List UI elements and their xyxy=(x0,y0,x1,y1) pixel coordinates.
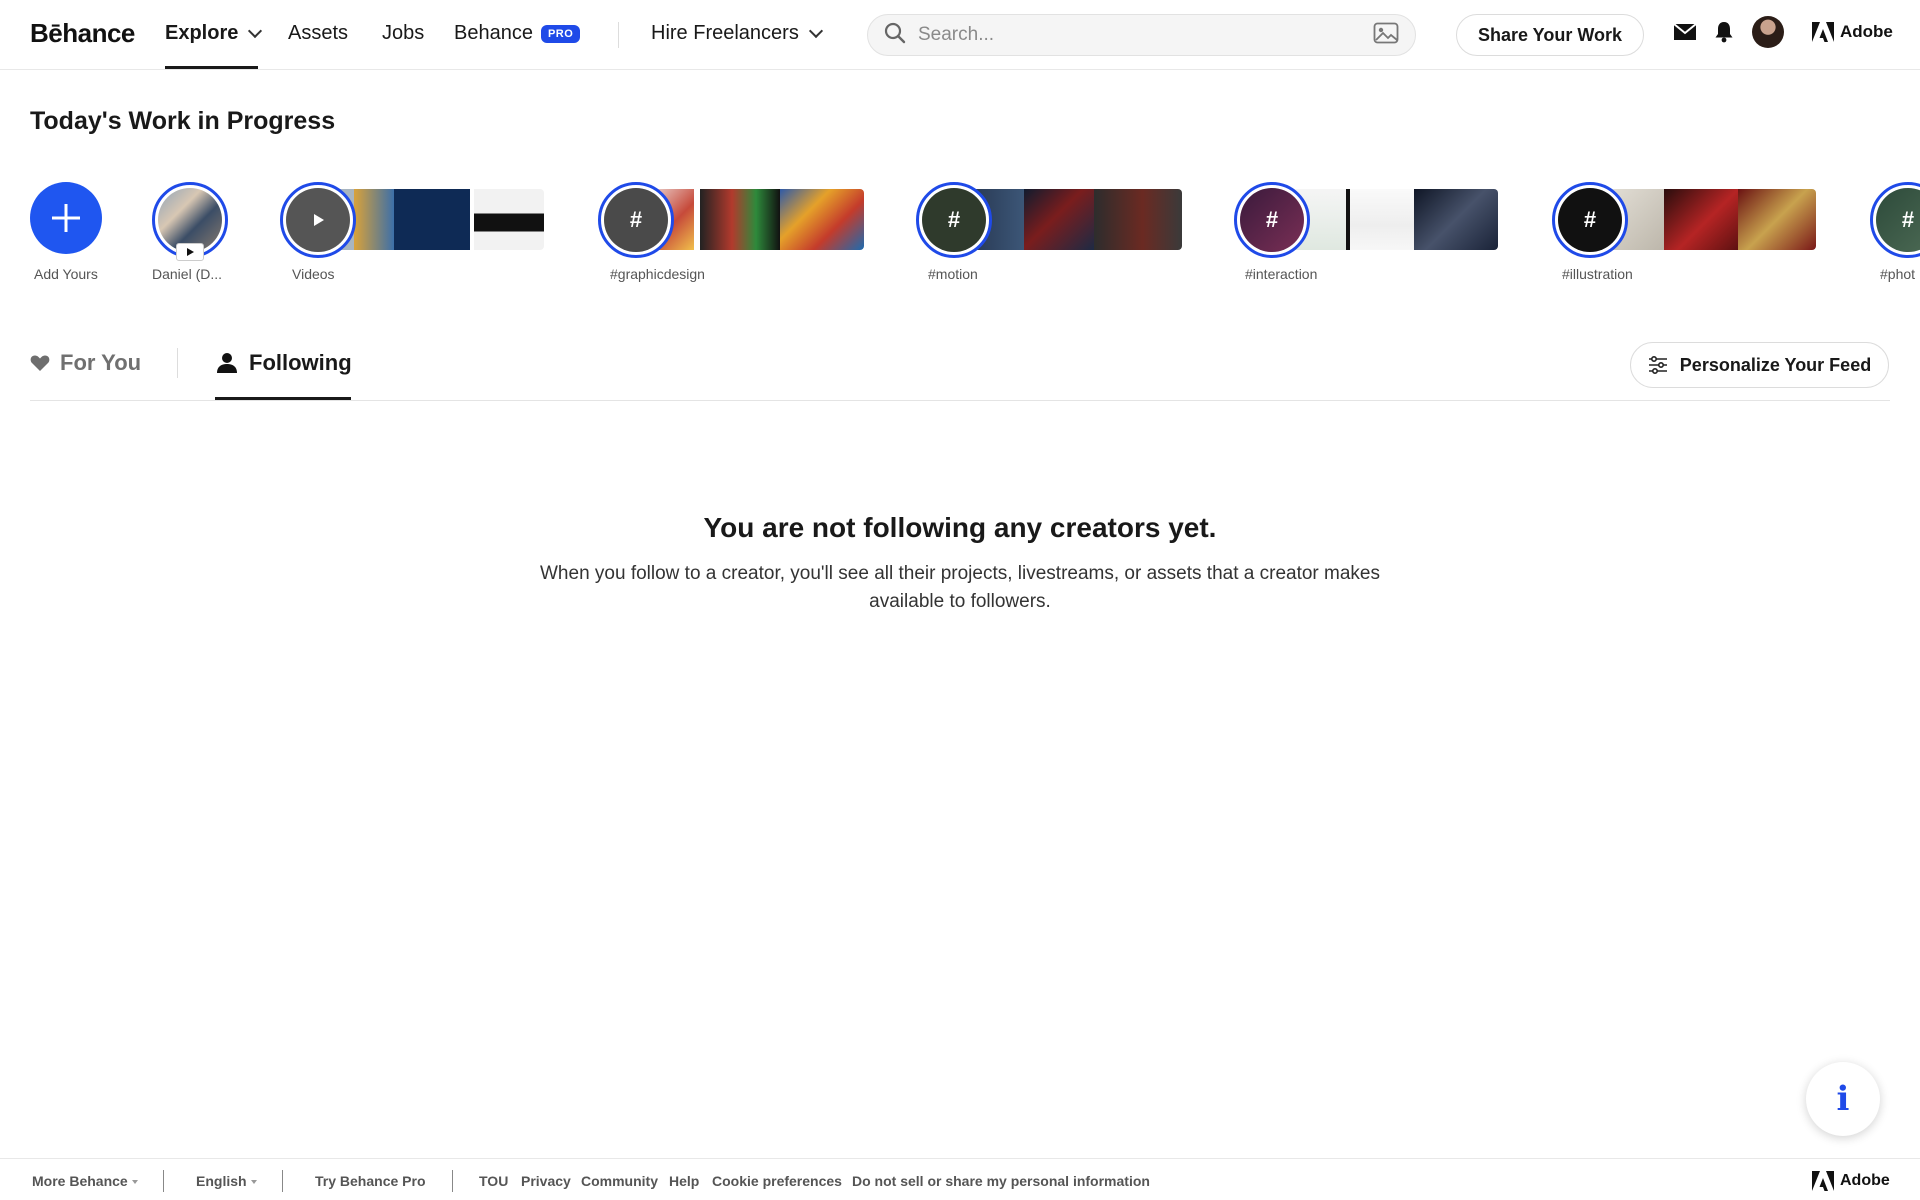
add-wip-button[interactable] xyxy=(30,182,102,254)
nav-active-underline xyxy=(165,66,258,69)
nav-explore[interactable]: Explore xyxy=(165,22,263,45)
video-badge xyxy=(176,243,204,261)
behance-logo[interactable]: Bēhance xyxy=(30,18,135,49)
search-icon xyxy=(884,22,906,49)
pro-badge: PRO xyxy=(540,24,581,43)
footer-adobe-label: Adobe xyxy=(1840,1172,1890,1189)
wip-story-videos[interactable] xyxy=(280,182,356,258)
footer-try-pro[interactable]: Try Behance Pro xyxy=(315,1173,426,1189)
footer-more-behance[interactable]: More Behance xyxy=(32,1173,138,1189)
wip-label: #graphicdesign xyxy=(610,266,705,282)
tab-for-you-label: For You xyxy=(60,350,142,375)
sliders-icon xyxy=(1648,356,1667,374)
chevron-down-icon xyxy=(248,23,263,38)
hashtag-icon: # xyxy=(604,188,668,252)
person-icon xyxy=(217,353,237,373)
hashtag-icon: # xyxy=(1240,188,1304,252)
info-button[interactable]: i xyxy=(1806,1062,1880,1136)
caret-down-icon xyxy=(250,1180,257,1185)
footer-link-privacy[interactable]: Privacy xyxy=(521,1173,571,1189)
wip-label: #motion xyxy=(928,266,978,282)
wip-story-photography[interactable]: # xyxy=(1870,182,1920,258)
heart-icon xyxy=(30,355,50,371)
play-icon xyxy=(286,188,350,252)
mail-icon[interactable] xyxy=(1673,22,1697,47)
footer-language-label: English xyxy=(196,1173,247,1189)
wip-story-illustration[interactable]: # xyxy=(1552,182,1628,258)
footer-separator xyxy=(282,1170,283,1192)
nav-hire-label: Hire Freelancers xyxy=(651,22,799,44)
wip-label: Videos xyxy=(292,266,335,282)
nav-behance-pro[interactable]: Behance PRO xyxy=(454,22,581,45)
adobe-label: Adobe xyxy=(1840,22,1893,41)
info-icon: i xyxy=(1836,1079,1850,1119)
personalize-feed-button[interactable]: Personalize Your Feed xyxy=(1630,342,1889,388)
wip-label: #phot xyxy=(1880,266,1916,282)
caret-down-icon xyxy=(131,1180,138,1185)
tab-following-label: Following xyxy=(249,350,352,375)
footer-link-do-not-sell[interactable]: Do not sell or share my personal informa… xyxy=(852,1173,1150,1189)
nav-assets[interactable]: Assets xyxy=(288,22,348,45)
chevron-down-icon xyxy=(808,23,823,38)
search-bar xyxy=(867,14,1416,56)
footer: More Behance English Try Behance Pro TOU… xyxy=(0,1158,1920,1200)
wip-label: #interaction xyxy=(1245,266,1318,282)
bell-icon[interactable] xyxy=(1714,21,1734,48)
empty-state-text: When you follow to a creator, you'll see… xyxy=(540,563,1380,612)
hashtag-icon: # xyxy=(1876,188,1920,252)
share-your-work-button[interactable]: Share Your Work xyxy=(1456,14,1644,56)
tabs-divider-line xyxy=(30,400,1890,401)
hashtag-icon: # xyxy=(1558,188,1622,252)
play-icon xyxy=(187,248,194,256)
adobe-link[interactable]: Adobe xyxy=(1812,22,1893,42)
plus-icon xyxy=(52,204,80,232)
tab-following[interactable]: Following xyxy=(215,350,352,376)
footer-separator xyxy=(452,1170,453,1192)
footer-link-help[interactable]: Help xyxy=(669,1173,699,1189)
empty-state-title: You are not following any creators yet. xyxy=(703,512,1217,543)
nav-explore-label: Explore xyxy=(165,22,239,44)
image-search-icon[interactable] xyxy=(1373,22,1399,49)
footer-language[interactable]: English xyxy=(196,1173,257,1189)
wip-story-motion[interactable]: # xyxy=(916,182,992,258)
footer-more-label: More Behance xyxy=(32,1173,128,1189)
personalize-label: Personalize Your Feed xyxy=(1679,354,1872,375)
footer-adobe-link[interactable]: Adobe xyxy=(1812,1171,1890,1191)
hashtag-icon: # xyxy=(922,188,986,252)
wip-label: #illustration xyxy=(1562,266,1633,282)
tab-divider xyxy=(177,348,178,378)
adobe-icon xyxy=(1812,22,1834,42)
adobe-icon xyxy=(1812,1171,1834,1191)
nav-hire-freelancers[interactable]: Hire Freelancers xyxy=(651,22,823,45)
footer-link-tou[interactable]: TOU xyxy=(479,1173,508,1189)
nav-behance-label: Behance xyxy=(454,22,533,44)
wip-label: Add Yours xyxy=(34,266,98,282)
footer-separator xyxy=(163,1170,164,1192)
tab-for-you[interactable]: For You xyxy=(30,350,141,376)
nav-divider xyxy=(618,22,619,48)
footer-link-community[interactable]: Community xyxy=(581,1173,658,1189)
top-nav-bar: Bēhance Explore Assets Jobs Behance PRO … xyxy=(0,0,1920,70)
wip-section-title: Today's Work in Progress xyxy=(30,107,336,135)
footer-link-cookie-preferences[interactable]: Cookie preferences xyxy=(712,1173,842,1189)
search-input[interactable] xyxy=(918,24,1373,46)
wip-label: Daniel (D... xyxy=(152,266,223,282)
wip-story-graphicdesign[interactable]: # xyxy=(598,182,674,258)
wip-story-interaction[interactable]: # xyxy=(1234,182,1310,258)
nav-jobs[interactable]: Jobs xyxy=(382,22,424,45)
user-avatar[interactable] xyxy=(1752,16,1784,48)
